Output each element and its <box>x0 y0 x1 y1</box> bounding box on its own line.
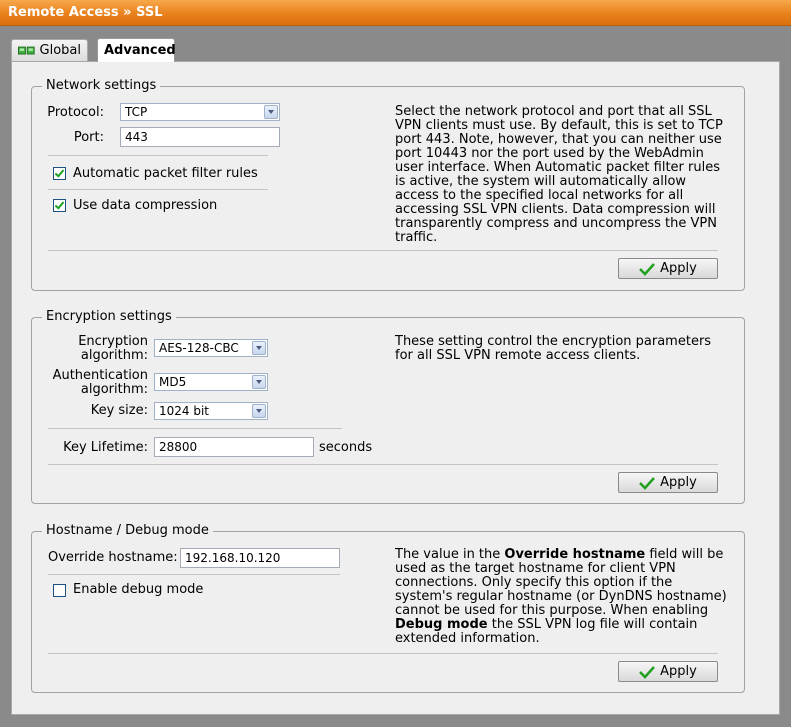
debug-mode-label[interactable]: Enable debug mode <box>73 583 203 597</box>
auth-algorithm-label: Authentication algorithm: <box>46 369 148 397</box>
compression-label[interactable]: Use data compression <box>73 199 217 213</box>
help-line: accessing SSL VPN clients. Data compress… <box>395 202 716 217</box>
chevron-down-icon <box>252 341 266 355</box>
chevron-down-icon <box>252 375 266 389</box>
apply-label: Apply <box>660 664 697 679</box>
help-bold: Debug mode <box>395 617 488 632</box>
port-input[interactable]: 443 <box>120 127 280 147</box>
checkmark-icon <box>639 262 656 276</box>
help-text: the SSL VPN log file will contain <box>487 617 698 632</box>
separator <box>48 250 718 251</box>
help-line: Select the network protocol and port tha… <box>395 104 712 119</box>
hostname-debug-group: Hostname / Debug mode Override hostname:… <box>31 523 745 693</box>
network-icon <box>18 46 35 55</box>
protocol-value: TCP <box>125 105 148 119</box>
checkmark-icon <box>639 476 656 490</box>
separator <box>48 653 718 654</box>
help-line: traffic. <box>395 230 438 245</box>
key-size-label: Key size: <box>90 403 148 418</box>
debug-mode-checkbox[interactable] <box>53 584 66 597</box>
help-line: access to the specified local networks f… <box>395 188 684 203</box>
title-bar: Remote Access » SSL <box>0 0 791 26</box>
label-line: Authentication <box>52 368 148 383</box>
help-line: port 10443 nor the port used by the WebA… <box>395 146 704 161</box>
protocol-select[interactable]: TCP <box>120 103 280 121</box>
separator <box>48 155 268 156</box>
protocol-label: Protocol: <box>47 105 104 120</box>
key-lifetime-input[interactable]: 28800 <box>154 437 314 457</box>
override-hostname-value: 192.168.10.120 <box>185 551 281 565</box>
help-line: The value in the Override hostname field… <box>395 548 735 562</box>
help-line: These setting control the encryption par… <box>395 334 712 349</box>
key-lifetime-unit: seconds <box>319 440 373 455</box>
port-value: 443 <box>125 130 148 144</box>
auto-filter-label[interactable]: Automatic packet filter rules <box>73 167 258 181</box>
apply-label: Apply <box>660 261 697 276</box>
help-line: used as the target hostname for client V… <box>395 561 676 576</box>
tab-global-label: Global <box>39 43 81 58</box>
separator <box>48 574 340 575</box>
override-hostname-label: Override hostname: <box>48 550 178 565</box>
chevron-down-icon <box>264 105 278 119</box>
port-label: Port: <box>73 130 104 145</box>
tab-advanced-label: Advanced <box>104 43 176 58</box>
help-line: cannot be used for this purpose. When en… <box>395 603 709 618</box>
page-title: Remote Access » SSL <box>8 5 163 20</box>
help-bold: Override hostname <box>504 547 646 562</box>
encryption-algorithm-label: Encryption algorithm: <box>46 335 148 363</box>
encryption-algorithm-value: AES-128-CBC <box>159 341 239 355</box>
label-line: algorithm: <box>80 348 148 363</box>
hostname-apply-button[interactable]: Apply <box>618 661 718 682</box>
override-hostname-input[interactable]: 192.168.10.120 <box>180 548 340 568</box>
hostname-help-text: The value in the Override hostname field… <box>395 548 735 646</box>
apply-label: Apply <box>660 475 697 490</box>
help-line: for all SSL VPN remote access clients. <box>395 348 641 363</box>
key-lifetime-label: Key Lifetime: <box>63 440 148 455</box>
help-line: user interface. When Automatic packet fi… <box>395 160 720 175</box>
compression-checkbox[interactable] <box>53 199 66 212</box>
tab-global[interactable]: Global <box>11 39 88 61</box>
tab-advanced[interactable]: Advanced <box>97 38 176 62</box>
help-line: port 443. Note, however, that you can ne… <box>395 132 722 147</box>
separator <box>48 428 342 429</box>
key-size-value: 1024 bit <box>159 404 210 418</box>
network-settings-legend: Network settings <box>42 78 161 93</box>
network-settings-group: Network settings Protocol: TCP Port: 443… <box>31 78 745 291</box>
separator <box>48 464 718 465</box>
checkmark-icon <box>639 665 656 679</box>
help-line: VPN clients must use. By default, this i… <box>395 118 723 133</box>
encryption-settings-group: Encryption settings Encryption algorithm… <box>31 309 745 504</box>
label-line: algorithm: <box>80 382 148 397</box>
chevron-down-icon <box>252 404 266 418</box>
key-size-select[interactable]: 1024 bit <box>154 402 268 420</box>
key-lifetime-value: 28800 <box>159 440 198 454</box>
help-line: connections. Only specify this option if… <box>395 575 673 590</box>
help-line: system's regular hostname (or DynDNS hos… <box>395 589 727 604</box>
help-line: is active, the system will automatically… <box>395 174 687 189</box>
help-line: transparently compress and uncompress th… <box>395 216 717 231</box>
help-line: extended information. <box>395 631 540 646</box>
encryption-settings-legend: Encryption settings <box>42 309 176 324</box>
auth-algorithm-select[interactable]: MD5 <box>154 373 268 391</box>
encryption-apply-button[interactable]: Apply <box>618 472 718 493</box>
help-line: Debug mode the SSL VPN log file will con… <box>395 618 735 632</box>
auth-algorithm-value: MD5 <box>159 375 187 389</box>
help-text: field will be <box>645 547 724 562</box>
encryption-algorithm-select[interactable]: AES-128-CBC <box>154 339 268 357</box>
network-help-text: Select the network protocol and port tha… <box>395 105 735 245</box>
help-text: The value in the <box>395 547 505 562</box>
label-line: Encryption <box>78 334 148 349</box>
auto-filter-checkbox[interactable] <box>53 167 66 180</box>
encryption-help-text: These setting control the encryption par… <box>395 335 735 363</box>
hostname-debug-legend: Hostname / Debug mode <box>42 523 213 538</box>
separator <box>48 189 268 190</box>
network-apply-button[interactable]: Apply <box>618 258 718 279</box>
